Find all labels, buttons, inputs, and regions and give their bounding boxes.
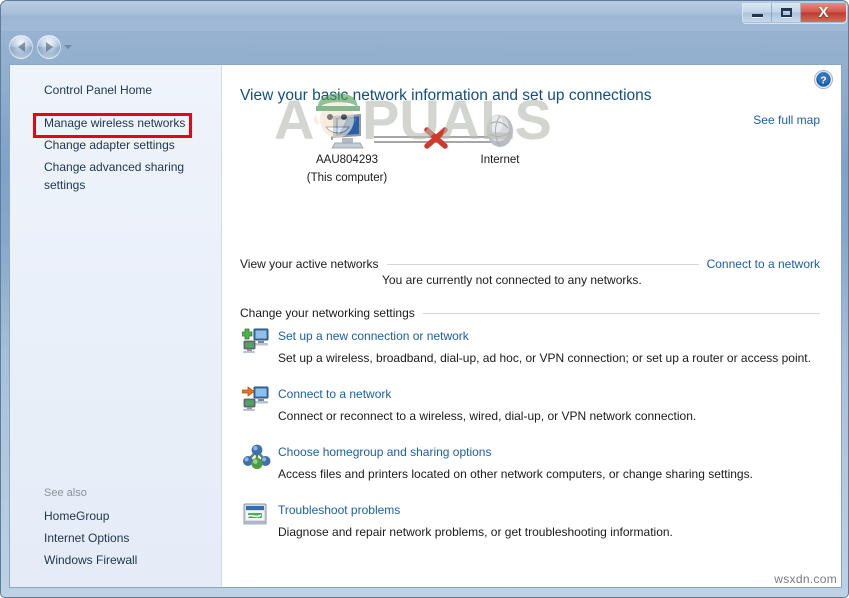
network-node-computer[interactable]: AAU804293 (This computer)	[282, 110, 412, 186]
change-settings-heading-text: Change your networking settings	[240, 306, 415, 320]
set-up-new-connection-link[interactable]: Set up a new connection or network	[278, 328, 469, 344]
minimize-button[interactable]	[743, 3, 772, 22]
set-up-new-connection-desc: Set up a wireless, broadband, dial-up, a…	[278, 351, 811, 365]
connect-network-icon	[241, 385, 272, 415]
task-connect-to-network: Connect to a network Connect or reconnec…	[240, 385, 827, 424]
new-connection-icon	[241, 327, 272, 357]
help-icon: ?	[814, 70, 833, 89]
computer-sub-label: (This computer)	[306, 172, 388, 184]
choose-homegroup-link[interactable]: Choose homegroup and sharing options	[278, 444, 491, 460]
wsxdn-watermark: wsxdn.com	[774, 572, 837, 586]
task-choose-homegroup: Choose homegroup and sharing options Acc…	[240, 443, 827, 482]
connect-to-network-desc: Connect or reconnect to a wireless, wire…	[278, 409, 697, 423]
sidebar-item-manage-wireless-networks[interactable]: Manage wireless networks	[10, 112, 221, 134]
sidebar-item-control-panel-home[interactable]: Control Panel Home	[10, 79, 221, 101]
sidebar-item-change-advanced-sharing-settings[interactable]: Change advanced sharing settings	[10, 156, 221, 196]
recent-pages-button[interactable]	[63, 43, 72, 51]
network-map: AAU804293 (This computer) Internet	[240, 110, 826, 184]
sidebar-item-homegroup[interactable]: HomeGroup	[10, 505, 221, 527]
sidebar-item-windows-firewall[interactable]: Windows Firewall	[10, 549, 221, 571]
minimize-icon	[751, 14, 763, 17]
network-task-list: Set up a new connection or network Set u…	[240, 327, 827, 559]
see-also-section: See also HomeGroup Internet Options Wind…	[10, 483, 221, 571]
sidebar-item-change-adapter-settings[interactable]: Change adapter settings	[10, 134, 221, 156]
see-also-label: See also	[44, 487, 87, 499]
caption-button-group: X	[742, 3, 847, 24]
navigation-bar: ▸ Control Panel ▸ All Control Panel Item…	[1, 31, 848, 88]
help-button[interactable]: ?	[813, 69, 834, 90]
client-area: Control Panel Home Manage wireless netwo…	[9, 64, 842, 588]
active-networks-heading: View your active networks Connect to a n…	[240, 257, 820, 271]
arrow-right-icon	[45, 42, 53, 52]
network-node-internet[interactable]: Internet	[435, 110, 565, 168]
control-panel-window: X ▸ Contro	[0, 0, 849, 598]
task-set-up-new-connection: Set up a new connection or network Set u…	[240, 327, 827, 366]
troubleshoot-problems-link[interactable]: Troubleshoot problems	[278, 502, 400, 518]
choose-homegroup-desc: Access files and printers located on oth…	[278, 467, 753, 481]
page-title: View your basic network information and …	[240, 87, 652, 104]
homegroup-icon	[242, 443, 272, 473]
forward-button[interactable]	[37, 35, 61, 59]
sidebar: Control Panel Home Manage wireless netwo…	[10, 65, 222, 587]
close-button[interactable]: X	[801, 3, 846, 22]
sidebar-item-internet-options[interactable]: Internet Options	[10, 527, 221, 549]
internet-label: Internet	[480, 154, 520, 166]
title-bar: X	[1, 1, 848, 31]
divider	[386, 263, 699, 265]
close-icon: X	[818, 4, 829, 21]
chevron-down-icon	[63, 45, 72, 49]
maximize-icon	[780, 8, 792, 17]
sidebar-primary-links: Control Panel Home Manage wireless netwo…	[10, 79, 221, 196]
task-troubleshoot-problems: Troubleshoot problems Diagnose and repai…	[240, 501, 827, 540]
maximize-button[interactable]	[772, 3, 801, 22]
connect-to-network-link[interactable]: Connect to a network	[278, 386, 391, 402]
divider	[422, 312, 820, 314]
arrow-left-icon	[17, 42, 25, 52]
change-settings-heading: Change your networking settings	[240, 306, 820, 320]
troubleshoot-icon	[242, 501, 272, 531]
svg-text:?: ?	[820, 75, 826, 87]
no-networks-status: You are currently not connected to any n…	[382, 273, 642, 287]
main-content: ? View your basic network information an…	[222, 65, 841, 587]
back-button[interactable]	[9, 35, 33, 59]
troubleshoot-problems-desc: Diagnose and repair network problems, or…	[278, 525, 673, 539]
connect-to-network-link-top[interactable]: Connect to a network	[707, 257, 820, 271]
computer-name-label: AAU804293	[315, 154, 379, 166]
active-networks-heading-text: View your active networks	[240, 257, 379, 271]
internet-globe-icon	[435, 110, 565, 150]
